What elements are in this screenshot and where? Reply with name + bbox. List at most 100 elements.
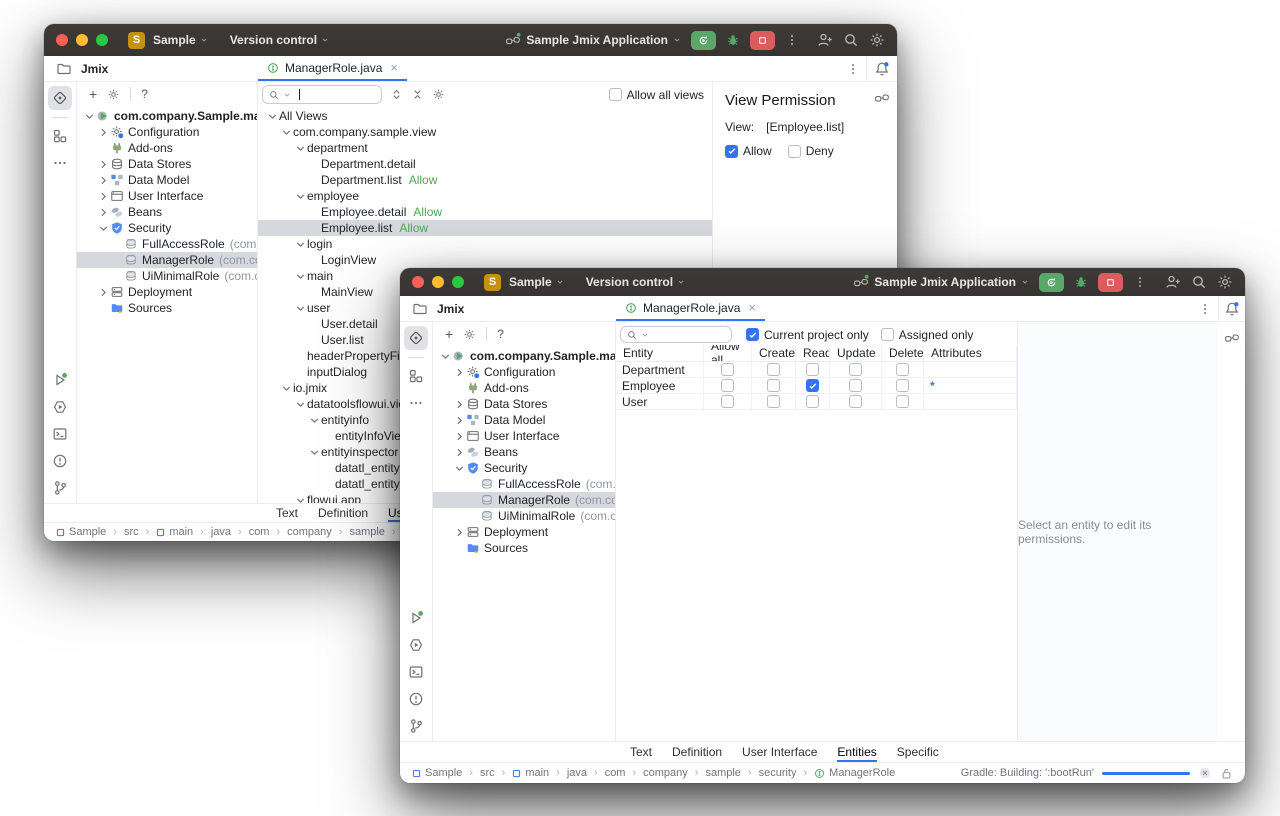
titlebar[interactable]: S Sample Version control Sample Jmix App…: [44, 24, 897, 56]
breadcrumb-item[interactable]: main: [156, 526, 193, 538]
breadcrumb-item[interactable]: com: [605, 767, 626, 779]
structure-tool-button[interactable]: [404, 364, 428, 388]
notifications-bell-icon[interactable]: [1224, 301, 1240, 317]
tab-options-icon[interactable]: [846, 62, 860, 76]
permission-checkbox[interactable]: [721, 379, 734, 392]
tree-chevron[interactable]: [453, 414, 466, 427]
tree-chevron[interactable]: [97, 286, 110, 299]
terminal-tool-button[interactable]: [404, 660, 428, 684]
view-tree-item[interactable]: LoginView: [258, 252, 712, 268]
breadcrumb-item[interactable]: main: [512, 767, 549, 779]
tree-chevron[interactable]: [97, 126, 110, 139]
designer-tab-user-interface[interactable]: User Interface: [742, 742, 817, 762]
view-tree-item[interactable]: Employee.detailAllow: [258, 204, 712, 220]
tree-chevron[interactable]: [308, 414, 321, 427]
add-icon[interactable]: +: [89, 86, 97, 102]
close-window-button[interactable]: [56, 34, 68, 46]
breadcrumb-item[interactable]: src: [480, 767, 495, 779]
vcs-menu[interactable]: Version control: [230, 33, 329, 47]
breadcrumb-item[interactable]: Sample: [56, 526, 106, 538]
vcs-tool-button[interactable]: [404, 714, 428, 738]
view-tree-item[interactable]: Department.listAllow: [258, 172, 712, 188]
add-user-icon[interactable]: [817, 32, 833, 48]
breadcrumb-item[interactable]: src: [124, 526, 139, 538]
tree-chevron[interactable]: [453, 446, 466, 459]
jmix-tool-button[interactable]: [404, 326, 428, 350]
close-window-button[interactable]: [412, 276, 424, 288]
designer-tab-definition[interactable]: Definition: [318, 504, 368, 522]
tree-chevron[interactable]: [294, 270, 307, 283]
run-configuration-selector[interactable]: Sample Jmix Application: [853, 274, 1029, 290]
filter-checkbox[interactable]: [746, 328, 759, 341]
collapse-all-icon[interactable]: [411, 88, 424, 101]
tree-chevron[interactable]: [97, 190, 110, 203]
tree-chevron[interactable]: [294, 190, 307, 203]
zoom-window-button[interactable]: [96, 34, 108, 46]
table-row[interactable]: Employee*: [616, 378, 1017, 394]
tree-chevron[interactable]: [453, 430, 466, 443]
project-tree-item[interactable]: Data Model: [433, 412, 615, 428]
views-search-input[interactable]: [262, 85, 382, 104]
problems-tool-button[interactable]: [48, 449, 72, 473]
more-actions-icon[interactable]: [785, 33, 799, 47]
problems-tool-button[interactable]: [404, 687, 428, 711]
services-tool-button[interactable]: [48, 395, 72, 419]
project-tree-item[interactable]: User Interface: [77, 188, 257, 204]
expand-all-icon[interactable]: [390, 88, 403, 101]
tree-chevron[interactable]: [439, 350, 452, 363]
permission-checkbox[interactable]: [849, 379, 862, 392]
tree-chevron[interactable]: [453, 398, 466, 411]
project-tree-item[interactable]: Beans: [433, 444, 615, 460]
structure-tool-button[interactable]: [48, 124, 72, 148]
terminal-tool-button[interactable]: [48, 422, 72, 446]
deny-option[interactable]: Deny: [788, 144, 834, 158]
entities-search-input[interactable]: [620, 326, 732, 343]
project-folder-icon[interactable]: [56, 61, 72, 77]
project-tree-item[interactable]: UiMinimalRole(com.company.s: [433, 508, 615, 524]
editor-tab-managerrole[interactable]: ManagerRole.java ×: [258, 56, 407, 81]
view-tree-item[interactable]: department: [258, 140, 712, 156]
project-tree-item[interactable]: Configuration: [77, 124, 257, 140]
add-icon[interactable]: +: [445, 326, 453, 342]
tree-settings-icon[interactable]: [107, 88, 120, 101]
allow-all-views-checkbox[interactable]: [609, 88, 622, 101]
run-button[interactable]: [1039, 273, 1064, 292]
designer-tab-entities[interactable]: Entities: [837, 742, 876, 762]
breadcrumb-item[interactable]: sample: [705, 767, 740, 779]
breadcrumb-item[interactable]: security: [759, 767, 797, 779]
breadcrumb-item[interactable]: company: [643, 767, 688, 779]
project-tree-item[interactable]: Security: [433, 460, 615, 476]
project-tree-item[interactable]: Beans: [77, 204, 257, 220]
view-tree-item[interactable]: All Views: [258, 108, 712, 124]
allow-option[interactable]: Allow: [725, 144, 772, 158]
designer-tab-definition[interactable]: Definition: [672, 742, 722, 762]
settings-gear-icon[interactable]: [1217, 274, 1233, 290]
project-tree-item[interactable]: com.company.Sample.main: [77, 108, 257, 124]
tree-chevron[interactable]: [266, 110, 279, 123]
run-button[interactable]: [691, 31, 716, 50]
breadcrumb-item[interactable]: sample: [349, 526, 384, 538]
permission-checkbox[interactable]: [896, 379, 909, 392]
run-tool-button[interactable]: [48, 368, 72, 392]
project-tree-item[interactable]: Add-ons: [433, 380, 615, 396]
project-tree-item[interactable]: com.company.Sample.main: [433, 348, 615, 364]
tree-chevron[interactable]: [308, 446, 321, 459]
project-tree-item[interactable]: Sources: [433, 540, 615, 556]
debug-icon[interactable]: [1074, 275, 1088, 289]
notifications-bell-icon[interactable]: [874, 61, 890, 77]
permission-checkbox[interactable]: [721, 363, 734, 376]
filter-option[interactable]: Current project only: [746, 328, 869, 342]
minimize-window-button[interactable]: [76, 34, 88, 46]
help-icon[interactable]: ?: [497, 327, 504, 341]
tree-settings-icon[interactable]: [463, 328, 476, 341]
project-tree-item[interactable]: ManagerRole(com.company.sa: [77, 252, 257, 268]
project-menu[interactable]: Sample: [509, 275, 564, 289]
deny-checkbox[interactable]: [788, 145, 801, 158]
project-tree-item[interactable]: UiMinimalRole(com.company.s: [77, 268, 257, 284]
project-tree-item[interactable]: Deployment: [77, 284, 257, 300]
view-tree-item[interactable]: employee: [258, 188, 712, 204]
cancel-build-icon[interactable]: [1198, 766, 1212, 780]
breadcrumb-item[interactable]: com: [249, 526, 270, 538]
project-tree-item[interactable]: ManagerRole(com.company.sa: [433, 492, 615, 508]
permission-checkbox[interactable]: [849, 363, 862, 376]
